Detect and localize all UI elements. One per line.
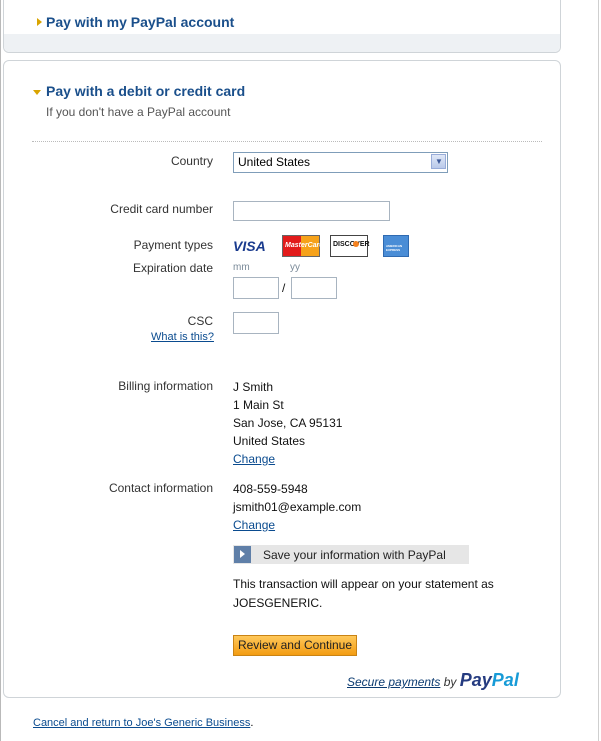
paypal-account-panel[interactable]: Pay with my PayPal account (3, 0, 561, 53)
mastercard-text: MasterCard (285, 242, 324, 249)
exp-year-input[interactable] (291, 277, 337, 299)
cancel-return-link[interactable]: Cancel and return to Joe's Generic Busin… (33, 717, 250, 729)
card-section-title[interactable]: Pay with a debit or credit card (46, 83, 245, 99)
expand-arrow-icon (234, 546, 251, 563)
collapse-arrow-icon[interactable] (33, 90, 41, 95)
chevron-down-icon: ▼ (435, 157, 443, 166)
amex-logo: AMERICAN EXPRESS (383, 235, 409, 257)
by-text: by (443, 675, 457, 689)
country-label: Country (170, 154, 213, 168)
visa-logo: VISA (233, 238, 266, 254)
dropdown-button[interactable]: ▼ (431, 154, 446, 169)
csc-label: CSC (187, 314, 213, 328)
secure-payments-link[interactable]: Secure payments (347, 675, 440, 689)
cc-number-input[interactable] (233, 201, 390, 221)
review-continue-button[interactable]: Review and Continue (233, 635, 357, 656)
payment-types-label: Payment types (133, 238, 213, 252)
billing-city: San Jose, CA 95131 (233, 416, 343, 430)
exp-slash: / (282, 281, 286, 295)
contact-change-link[interactable]: Change (233, 518, 275, 532)
contact-label: Contact information (108, 481, 213, 495)
paypal-logo-pay: Pay (459, 670, 492, 690)
country-select[interactable]: United States ▼ (233, 152, 448, 173)
cancel-row: Cancel and return to Joe's Generic Busin… (33, 717, 253, 729)
save-info-label: Save your information with PayPal (263, 548, 446, 562)
yy-label: yy (290, 262, 300, 273)
statement-line-2: JOESGENERIC. (233, 596, 323, 610)
panel-shade (4, 34, 560, 52)
amex-text: AMERICAN EXPRESS (386, 244, 403, 252)
paypal-logo-pal: Pal (491, 670, 519, 690)
save-info-toggle[interactable]: Save your information with PayPal (233, 545, 469, 564)
paypal-logo: PayPal (460, 670, 519, 690)
billing-label: Billing information (118, 379, 213, 393)
mastercard-logo: MasterCard (282, 235, 324, 257)
card-section-subtitle: If you don't have a PayPal account (46, 105, 231, 119)
right-border (598, 0, 599, 741)
expiration-label: Expiration date (132, 261, 213, 275)
card-payment-panel: Pay with a debit or credit card If you d… (3, 60, 561, 698)
billing-country: United States (233, 434, 306, 448)
cancel-period: . (250, 717, 254, 729)
discover-dot-icon (353, 241, 359, 247)
paypal-account-title[interactable]: Pay with my PayPal account (46, 14, 234, 30)
csc-help-link[interactable]: What is this? (151, 331, 214, 343)
country-value: United States (238, 155, 311, 169)
billing-street: 1 Main St (233, 398, 284, 412)
cc-number-label: Credit card number (110, 202, 213, 216)
discover-logo: DISCOVER (330, 235, 370, 257)
mm-label: mm (233, 262, 250, 273)
discover-text: DISCOVER (333, 241, 370, 248)
expand-arrow-icon[interactable] (37, 18, 42, 26)
billing-change-link[interactable]: Change (233, 452, 275, 466)
statement-line-1: This transaction will appear on your sta… (233, 577, 494, 591)
secure-payments-badge: Secure payments by PayPal (347, 670, 519, 691)
left-border (0, 0, 1, 741)
exp-month-input[interactable] (233, 277, 279, 299)
contact-phone: 408-559-5948 (233, 482, 308, 496)
billing-name: J Smith (233, 380, 274, 394)
section-divider (32, 141, 542, 142)
csc-input[interactable] (233, 312, 279, 334)
contact-email: jsmith01@example.com (233, 500, 362, 514)
